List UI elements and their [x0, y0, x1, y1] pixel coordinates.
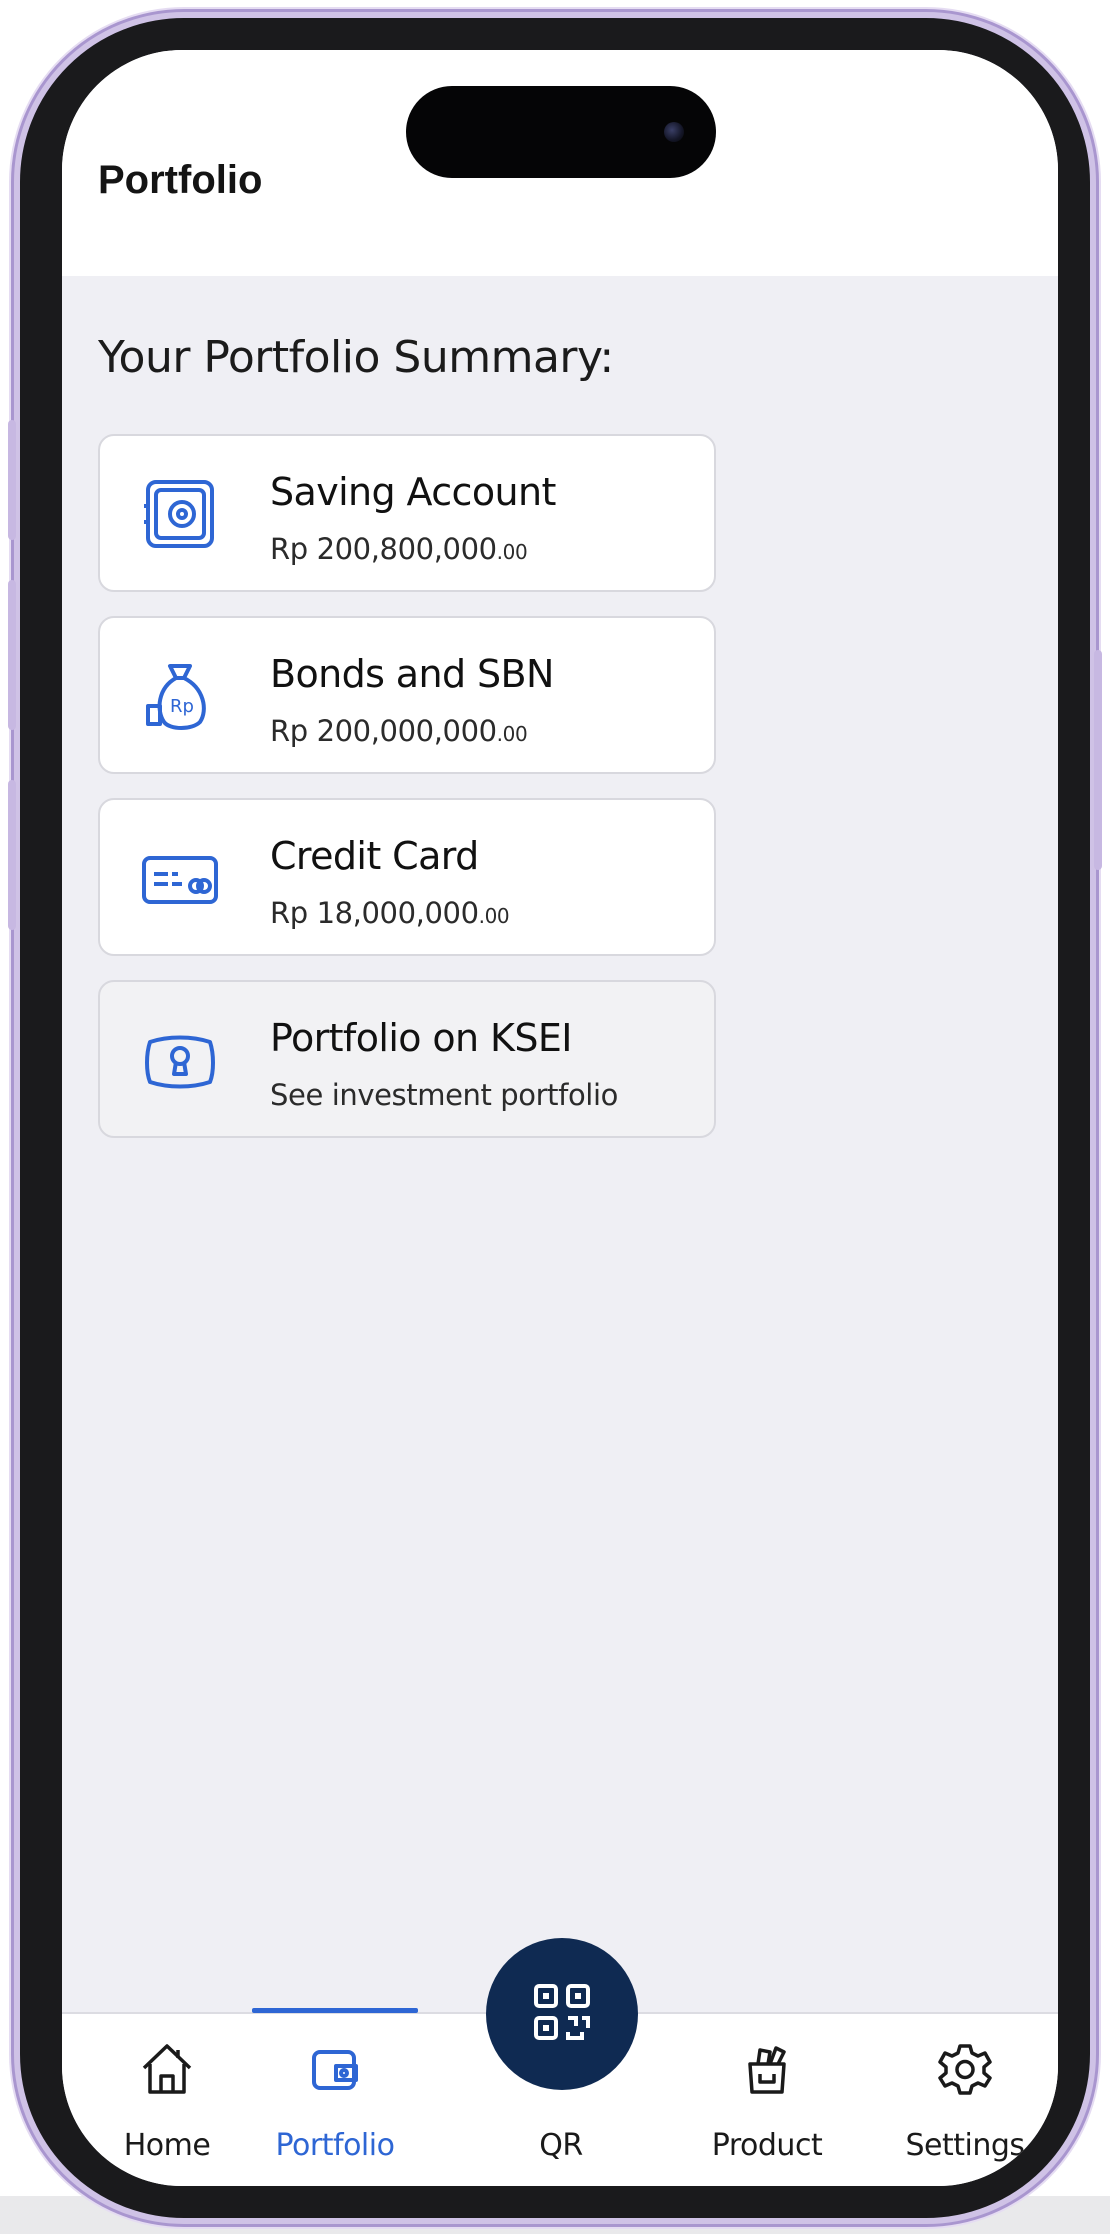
tab-label: Portfolio — [275, 2128, 395, 2163]
page-title: Portfolio — [98, 158, 263, 202]
card-title: Portfolio on KSEI — [270, 1016, 572, 1060]
tab-product[interactable]: Product — [682, 2040, 852, 2170]
amount-cents: .00 — [496, 722, 528, 746]
safe-icon — [144, 480, 214, 548]
side-button-left — [8, 420, 16, 540]
amount-value: Rp 200,800,000 — [270, 532, 497, 566]
side-button-left-3 — [8, 780, 16, 930]
qr-code-icon — [534, 1984, 590, 2040]
card-title: Bonds and SBN — [270, 652, 554, 696]
card-amount: Rp 18,000,000.00 — [270, 896, 510, 930]
keyhole-icon — [145, 1035, 215, 1089]
money-bag-icon: Rp — [146, 664, 206, 730]
svg-text:Rp: Rp — [170, 696, 194, 717]
dynamic-island — [406, 86, 716, 178]
amount-value: Rp 200,000,000 — [270, 714, 497, 748]
amount-value: Rp 18,000,000 — [270, 896, 479, 930]
active-tab-indicator — [252, 2008, 418, 2013]
screen: Portfolio Your Portfolio Summary: Saving… — [62, 50, 1058, 2186]
side-button-left-2 — [8, 580, 16, 730]
card-amount: Rp 200,000,000.00 — [270, 714, 528, 748]
camera-icon — [664, 122, 684, 142]
tab-label: Product — [711, 2128, 823, 2163]
tab-label: Settings — [905, 2128, 1025, 2163]
card-subtitle: See investment portfolio — [270, 1078, 618, 1112]
tab-home[interactable]: Home — [82, 2040, 252, 2170]
home-icon — [142, 2044, 192, 2094]
card-title: Credit Card — [270, 834, 479, 878]
tab-settings[interactable]: Settings — [880, 2040, 1050, 2170]
ksei-portfolio-card[interactable]: Portfolio on KSEI See investment portfol… — [98, 980, 716, 1138]
tab-portfolio[interactable]: Portfolio — [250, 2040, 420, 2170]
wallet-icon — [312, 2050, 358, 2090]
product-icon — [748, 2046, 786, 2094]
card-title: Saving Account — [270, 470, 556, 514]
amount-cents: .00 — [496, 540, 528, 564]
tab-label: QR — [539, 2128, 583, 2163]
header: Portfolio — [62, 50, 1058, 276]
section-title: Your Portfolio Summary: — [98, 332, 614, 383]
credit-card-card[interactable]: Credit Card Rp 18,000,000.00 — [98, 798, 716, 956]
tab-label: Home — [123, 2128, 211, 2163]
gear-icon — [938, 2044, 992, 2095]
qr-scan-button[interactable] — [486, 1938, 638, 2090]
bonds-sbn-card[interactable]: Rp Bonds and SBN Rp 200,000,000.00 — [98, 616, 716, 774]
amount-cents: .00 — [478, 904, 510, 928]
credit-card-icon — [142, 856, 218, 904]
saving-account-card[interactable]: Saving Account Rp 200,800,000.00 — [98, 434, 716, 592]
card-amount: Rp 200,800,000.00 — [270, 532, 528, 566]
side-button-right — [1094, 650, 1102, 870]
